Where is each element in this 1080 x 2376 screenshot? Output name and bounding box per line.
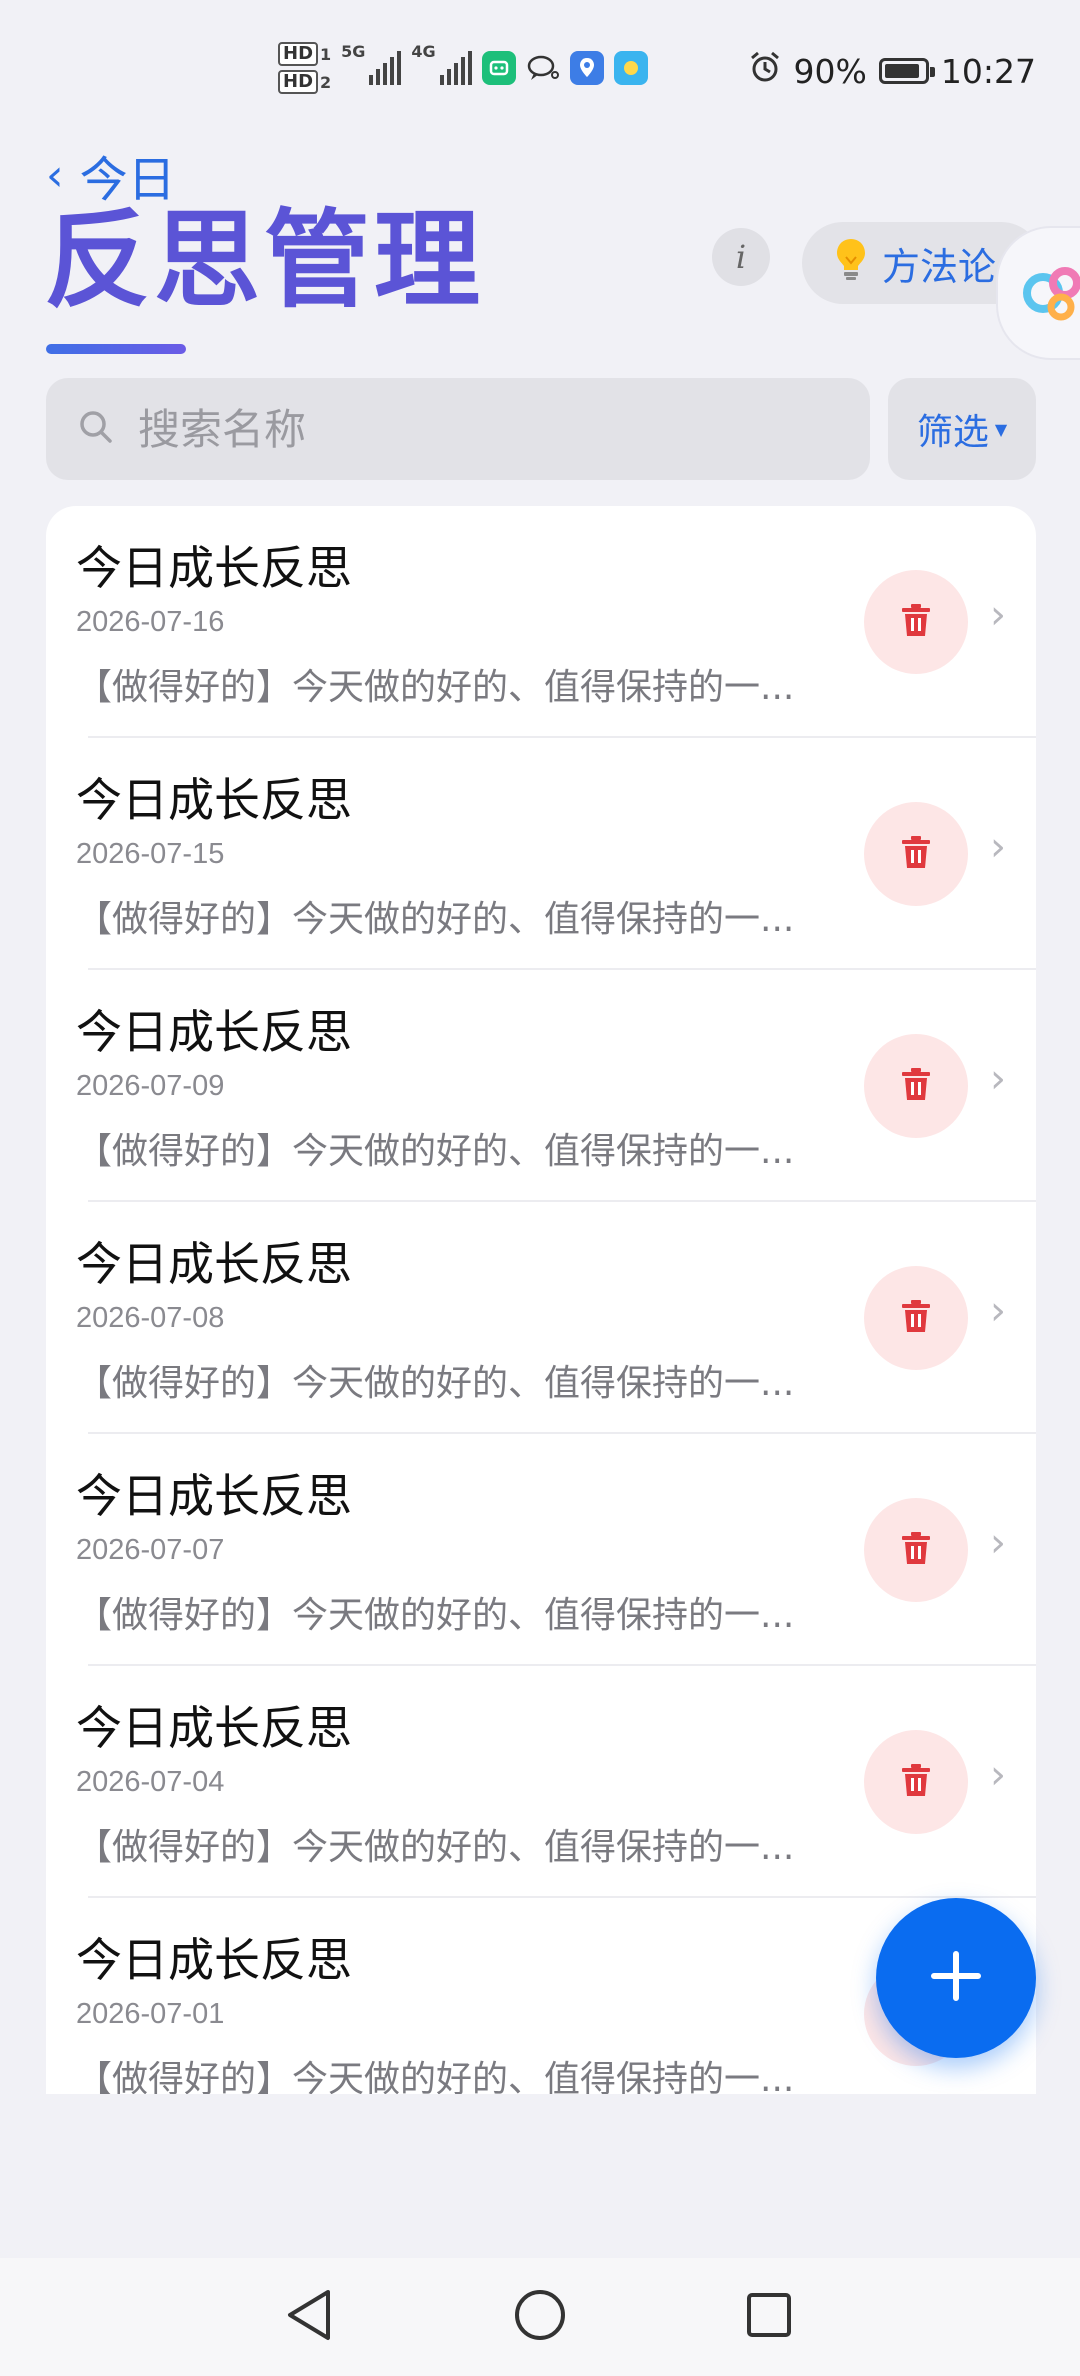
lightbulb-icon — [834, 237, 868, 290]
item-title: 今日成长反思 — [76, 1005, 352, 1059]
system-nav-bar — [0, 2258, 1080, 2376]
item-preview: 【做得好的】今天做的好的、值得保持的一... — [76, 899, 795, 940]
search-input[interactable] — [136, 403, 780, 455]
item-date: 2026-07-09 — [76, 1070, 225, 1102]
chat-icon — [526, 51, 560, 85]
status-right: 90% 10:27 — [748, 50, 1036, 92]
list-item[interactable]: 今日成长反思 2026-07-15 【做得好的】今天做的好的、值得保持的一...… — [46, 738, 1036, 970]
chevron-left-icon: ‹ — [46, 149, 64, 201]
delete-button[interactable] — [864, 570, 968, 674]
plus-icon — [928, 1948, 984, 2008]
trash-icon — [896, 600, 936, 644]
item-title: 今日成长反思 — [76, 1237, 352, 1291]
item-preview: 【做得好的】今天做的好的、值得保持的一... — [76, 1363, 795, 1404]
filter-button[interactable]: 筛选 ▼ — [888, 378, 1036, 480]
trash-icon — [896, 1064, 936, 1108]
item-preview: 【做得好的】今天做的好的、值得保持的一... — [76, 667, 795, 708]
delete-button[interactable] — [864, 1730, 968, 1834]
hd2-index: 2 — [320, 72, 332, 92]
back-triangle-icon — [282, 2286, 336, 2348]
info-icon: i — [735, 238, 747, 276]
item-date: 2026-07-16 — [76, 606, 225, 638]
chevron-right-icon: › — [990, 824, 1006, 870]
item-date: 2026-07-04 — [76, 1766, 225, 1798]
list-item[interactable]: 今日成长反思 2026-07-16 【做得好的】今天做的好的、值得保持的一...… — [46, 506, 1036, 738]
signal-icon-1 — [369, 51, 402, 85]
list-item[interactable]: 今日成长反思 2026-07-07 【做得好的】今天做的好的、值得保持的一...… — [46, 1434, 1036, 1666]
item-date: 2026-07-08 — [76, 1302, 225, 1334]
chevron-right-icon: › — [990, 1056, 1006, 1102]
chevron-right-icon: › — [990, 1520, 1006, 1566]
item-title: 今日成长反思 — [76, 1701, 352, 1755]
trash-icon — [896, 1760, 936, 1804]
list-item[interactable]: 今日成长反思 2026-07-09 【做得好的】今天做的好的、值得保持的一...… — [46, 970, 1036, 1202]
network-4g-label: 4G — [411, 42, 436, 61]
hd1-index: 1 — [320, 44, 332, 64]
hd1-badge: HD — [278, 42, 319, 66]
item-preview: 【做得好的】今天做的好的、值得保持的一... — [76, 1131, 795, 1172]
search-box[interactable] — [46, 378, 870, 480]
item-title: 今日成长反思 — [76, 541, 352, 595]
title-underline — [46, 344, 186, 354]
list-item[interactable]: 今日成长反思 2026-07-04 【做得好的】今天做的好的、值得保持的一...… — [46, 1666, 1036, 1898]
list-item[interactable]: 今日成长反思 2026-07-08 【做得好的】今天做的好的、值得保持的一...… — [46, 1202, 1036, 1434]
search-icon — [76, 407, 116, 451]
caret-down-icon: ▼ — [994, 419, 1008, 439]
nav-recents-button[interactable] — [734, 2282, 804, 2352]
xiaomi-app-icon — [481, 51, 516, 85]
hd1-indicator: HD 1 — [278, 42, 331, 66]
item-date: 2026-07-01 — [76, 1998, 225, 2030]
network-5g-label: 5G — [341, 42, 366, 61]
map-app-icon — [569, 51, 604, 85]
hd-indicators: HD 1 HD 2 — [278, 42, 331, 94]
add-reflection-button[interactable] — [876, 1898, 1036, 2058]
page-title: 反思管理 — [44, 199, 484, 322]
chevron-right-icon: › — [990, 1288, 1006, 1334]
item-preview: 【做得好的】今天做的好的、值得保持的一... — [76, 2059, 795, 2094]
clock-time: 10:27 — [940, 51, 1036, 91]
status-left: HD 1 HD 2 5G 4G — [278, 42, 648, 94]
item-preview: 【做得好的】今天做的好的、值得保持的一... — [76, 1595, 795, 1636]
delete-button[interactable] — [864, 1266, 968, 1370]
filter-label: 筛选 — [916, 412, 989, 453]
item-preview: 【做得好的】今天做的好的、值得保持的一... — [76, 1827, 795, 1868]
item-date: 2026-07-07 — [76, 1534, 225, 1566]
delete-button[interactable] — [864, 1034, 968, 1138]
status-bar: HD 1 HD 2 5G 4G 90% 10:27 — [0, 0, 1080, 150]
signal-icon-2 — [439, 51, 472, 85]
hd2-indicator: HD 2 — [278, 70, 331, 94]
item-title: 今日成长反思 — [76, 1469, 352, 1523]
weather-app-icon — [613, 51, 648, 85]
battery-percent: 90% — [793, 51, 867, 91]
hd2-badge: HD — [278, 70, 319, 94]
delete-button[interactable] — [864, 802, 968, 906]
alarm-icon — [748, 50, 782, 92]
reflection-list: 今日成长反思 2026-07-16 【做得好的】今天做的好的、值得保持的一...… — [46, 506, 1036, 2094]
item-date: 2026-07-15 — [76, 838, 225, 870]
battery-icon — [878, 58, 935, 84]
home-circle-icon — [512, 2287, 568, 2347]
trash-icon — [896, 1528, 936, 1572]
nav-back-button[interactable] — [274, 2282, 344, 2352]
nav-home-button[interactable] — [505, 2282, 575, 2352]
info-button[interactable]: i — [712, 228, 770, 286]
method-label: 方法论 — [882, 244, 997, 289]
floating-assistant-icon[interactable] — [996, 226, 1080, 360]
trash-icon — [896, 832, 936, 876]
item-title: 今日成长反思 — [76, 1933, 352, 1987]
battery-fill — [884, 64, 920, 78]
recents-square-icon — [744, 2290, 794, 2344]
delete-button[interactable] — [864, 1498, 968, 1602]
trash-icon — [896, 1296, 936, 1340]
chevron-right-icon: › — [990, 592, 1006, 638]
chevron-right-icon: › — [990, 1752, 1006, 1798]
item-title: 今日成长反思 — [76, 773, 352, 827]
